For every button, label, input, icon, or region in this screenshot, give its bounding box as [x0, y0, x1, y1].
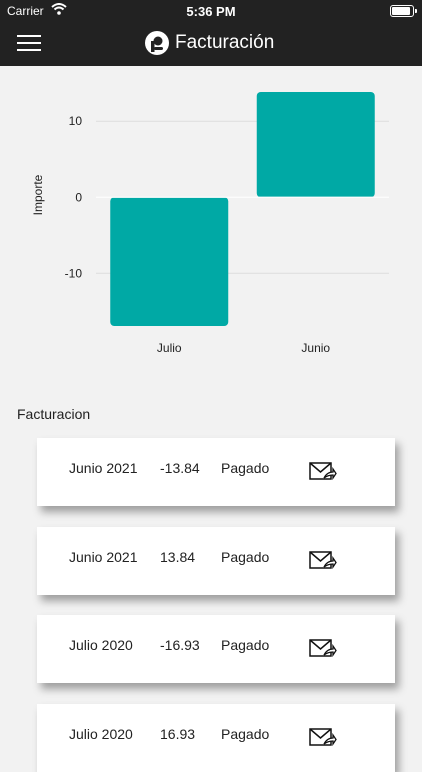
invoice-amount: -13.84: [160, 460, 200, 476]
invoice-card[interactable]: Julio 2020 -16.93 Pagado: [37, 615, 395, 683]
invoice-card[interactable]: Julio 2020 16.93 Pagado: [37, 704, 395, 772]
battery-icon: [390, 5, 417, 17]
bar-chart: 10 0 -10 Importe Julio Junio: [31, 92, 389, 355]
billing-chart: 10 0 -10 Importe Julio Junio: [0, 66, 422, 386]
invoice-card[interactable]: Junio 2021 13.84 Pagado: [37, 527, 395, 595]
send-mail-icon[interactable]: [309, 638, 337, 660]
menu-icon[interactable]: [17, 35, 41, 53]
invoice-period: Julio 2020: [69, 726, 133, 742]
invoice-amount: 13.84: [160, 549, 196, 565]
invoice-amount: -16.93: [160, 637, 200, 653]
invoice-period: Junio 2021: [69, 549, 138, 565]
status-bar: Carrier 5:36 PM: [0, 0, 422, 22]
y-tick-label: 10: [69, 114, 83, 128]
send-mail-icon[interactable]: [309, 727, 337, 749]
send-mail-icon[interactable]: [309, 550, 337, 572]
bar: [256, 92, 375, 198]
x-tick-label: Julio: [157, 341, 182, 355]
y-tick-label: 0: [75, 190, 82, 204]
y-axis-label: Importe: [31, 174, 45, 215]
brand: Facturación: [145, 29, 274, 57]
y-tick-label: -10: [65, 266, 83, 280]
invoice-status: Pagado: [221, 726, 270, 742]
bar: [110, 197, 229, 326]
invoice-status: Pagado: [221, 549, 270, 565]
invoice-status: Pagado: [221, 460, 270, 476]
section-title: Facturacion: [17, 406, 91, 422]
page-title: Facturación: [175, 32, 275, 53]
invoice-period: Junio 2021: [69, 460, 138, 476]
clock: 5:36 PM: [186, 4, 236, 19]
invoice-status: Pagado: [221, 637, 270, 653]
invoice-amount: 16.93: [160, 726, 196, 742]
app-header: Carrier 5:36 PM Facturación: [0, 0, 422, 66]
invoice-period: Julio 2020: [69, 637, 133, 653]
x-tick-label: Junio: [301, 341, 330, 355]
invoice-card[interactable]: Junio 2021 -13.84 Pagado: [37, 438, 395, 506]
app-logo-icon: [145, 31, 169, 55]
send-mail-icon[interactable]: [309, 461, 337, 483]
